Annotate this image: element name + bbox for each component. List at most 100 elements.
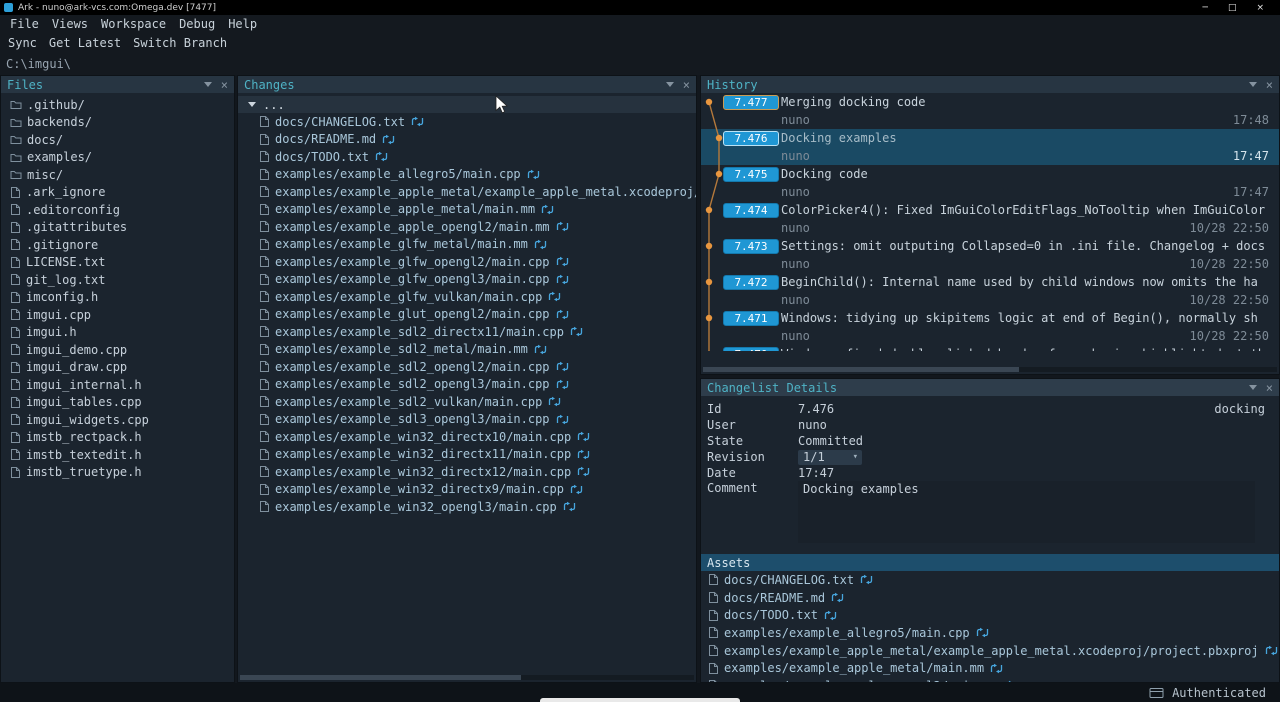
file-tree-item[interactable]: imgui_tables.cpp [1,394,234,412]
history-commit-row[interactable]: 7.474 ColorPicker4(): Fixed ImGuiColorEd… [701,201,1279,237]
menu-item[interactable]: Views [52,17,88,31]
menu-item[interactable]: Help [228,17,257,31]
file-icon [10,378,21,391]
modified-icon [859,574,874,585]
folder-icon [10,99,22,110]
changed-file-row[interactable]: examples/example_apple_metal/example_app… [238,183,696,201]
file-tree-item[interactable]: .editorconfig [1,201,234,219]
modified-icon [569,484,584,495]
collapse-arrow-icon[interactable] [248,102,256,107]
changed-file-row[interactable]: docs/README.md [238,131,696,149]
changed-file-row[interactable]: examples/example_win32_directx10/main.cp… [238,428,696,446]
changed-file-row[interactable]: examples/example_apple_opengl2/main.mm [238,218,696,236]
file-tree-item[interactable]: .ark_ignore [1,184,234,202]
horizontal-scrollbar[interactable] [240,675,694,680]
file-tree-item[interactable]: .gitattributes [1,219,234,237]
file-tree-item[interactable]: examples/ [1,149,234,167]
changed-file-row[interactable]: examples/example_glfw_metal/main.mm [238,236,696,254]
assets-section-header[interactable]: Assets [701,554,1279,571]
filter-icon[interactable] [204,82,212,87]
menu-item[interactable]: Debug [179,17,215,31]
changed-file-row[interactable]: examples/example_win32_opengl3/main.cpp [238,498,696,516]
close-icon[interactable]: × [221,79,228,91]
changed-file-row[interactable]: docs/CHANGELOG.txt [238,113,696,131]
menu-item[interactable]: Workspace [101,17,166,31]
changed-file-path: docs/CHANGELOG.txt [275,115,405,129]
file-tree-item[interactable]: backends/ [1,114,234,132]
file-tree-item[interactable]: imgui.h [1,324,234,342]
changed-file-row[interactable]: examples/example_sdl2_metal/main.mm [238,341,696,359]
close-button[interactable]: × [1256,3,1264,13]
changes-panel-header[interactable]: Changes × [238,76,696,93]
filter-icon[interactable] [1249,82,1257,87]
history-commit-row[interactable]: 7.476 Docking examples nuno 17:47 [701,129,1279,165]
file-icon [259,448,270,461]
file-tree-item[interactable]: docs/ [1,131,234,149]
history-commit-row[interactable]: 7.475 Docking code nuno 17:47 [701,165,1279,201]
close-icon[interactable]: × [1266,79,1273,91]
toolbar-button[interactable]: Get Latest [49,36,121,50]
history-commit-row[interactable]: 7.472 BeginChild(): Internal name used b… [701,273,1279,309]
changed-file-row[interactable]: examples/example_sdl2_opengl2/main.cpp [238,358,696,376]
changed-file-row[interactable]: examples/example_sdl3_opengl3/main.cpp [238,411,696,429]
changed-file-row[interactable]: docs/TODO.txt [238,148,696,166]
history-commit-row[interactable]: 7.470 Windows: fixed double-clicked bord… [701,345,1279,351]
asset-file-row[interactable]: examples/example_apple_metal/example_app… [701,642,1279,660]
changed-file-row[interactable]: examples/example_win32_directx12/main.cp… [238,463,696,481]
close-icon[interactable]: × [683,79,690,91]
scrollbar-thumb[interactable] [240,675,521,680]
changed-file-row[interactable]: examples/example_apple_metal/main.mm [238,201,696,219]
history-panel-header[interactable]: History × [701,76,1279,93]
file-tree-item[interactable]: imstb_textedit.h [1,446,234,464]
changed-file-row[interactable]: examples/example_allegro5/main.cpp [238,166,696,184]
changed-file-row[interactable]: examples/example_win32_directx11/main.cp… [238,446,696,464]
file-tree-item[interactable]: imstb_truetype.h [1,464,234,482]
modified-icon [576,466,591,477]
asset-file-row[interactable]: examples/example_allegro5/main.cpp [701,624,1279,642]
file-tree-item[interactable]: imgui_widgets.cpp [1,411,234,429]
filter-icon[interactable] [1249,385,1257,390]
toolbar-button[interactable]: Switch Branch [133,36,227,50]
file-tree-item[interactable]: imgui_internal.h [1,376,234,394]
minimize-button[interactable]: ─ [1203,3,1208,13]
changed-file-row[interactable]: examples/example_win32_directx9/main.cpp [238,481,696,499]
file-tree-item[interactable]: imgui_draw.cpp [1,359,234,377]
history-commit-row[interactable]: 7.473 Settings: omit outputing Collapsed… [701,237,1279,273]
file-tree-item[interactable]: imstb_rectpack.h [1,429,234,447]
changed-file-row[interactable]: examples/example_glfw_opengl3/main.cpp [238,271,696,289]
details-panel-header[interactable]: Changelist Details × [701,379,1279,396]
changed-file-row[interactable]: examples/example_glut_opengl2/main.cpp [238,306,696,324]
changed-file-path: examples/example_win32_directx12/main.cp… [275,465,571,479]
toolbar-button[interactable]: Sync [8,36,37,50]
history-commit-row[interactable]: 7.471 Windows: tidying up skipitems logi… [701,309,1279,345]
asset-file-row[interactable]: docs/TODO.txt [701,606,1279,624]
file-tree-item[interactable]: misc/ [1,166,234,184]
history-commit-row[interactable]: 7.477 Merging docking code nuno 17:48 [701,93,1279,129]
close-icon[interactable]: × [1266,382,1273,394]
asset-file-row[interactable]: examples/example_apple_metal/main.mm [701,659,1279,677]
asset-file-row[interactable]: docs/README.md [701,589,1279,607]
menu-item[interactable]: File [10,17,39,31]
changed-file-row[interactable]: examples/example_sdl2_directx11/main.cpp [238,323,696,341]
asset-file-row[interactable]: examples/example_apple_opengl2/main.mm [701,677,1279,682]
file-tree-item[interactable]: imgui_demo.cpp [1,341,234,359]
file-tree-item[interactable]: imconfig.h [1,289,234,307]
changed-file-row[interactable]: examples/example_sdl2_vulkan/main.cpp [238,393,696,411]
filter-icon[interactable] [666,82,674,87]
changed-file-row[interactable]: examples/example_sdl2_opengl3/main.cpp [238,376,696,394]
changed-file-row[interactable]: examples/example_glfw_opengl2/main.cpp [238,253,696,271]
file-tree-item[interactable]: LICENSE.txt [1,254,234,272]
file-tree-item[interactable]: git_log.txt [1,271,234,289]
changed-file-row[interactable]: examples/example_glfw_vulkan/main.cpp [238,288,696,306]
detail-field-row: Revision 1/1 [701,449,1279,465]
scrollbar-thumb[interactable] [703,367,1019,372]
maximize-button[interactable]: □ [1228,3,1237,13]
changes-root-row[interactable]: ... [238,96,696,113]
asset-file-row[interactable]: docs/CHANGELOG.txt [701,571,1279,589]
horizontal-scrollbar[interactable] [703,367,1277,372]
file-tree-item[interactable]: imgui.cpp [1,306,234,324]
file-tree-item[interactable]: .github/ [1,96,234,114]
files-panel-header[interactable]: Files × [1,76,234,93]
file-icon [259,465,270,478]
file-tree-item[interactable]: .gitignore [1,236,234,254]
